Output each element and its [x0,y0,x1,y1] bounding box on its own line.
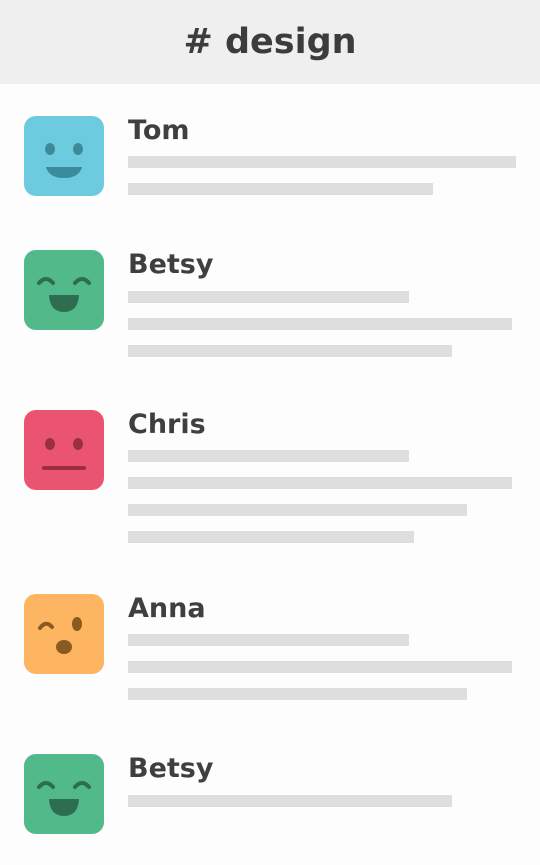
message-text-line [128,345,452,357]
message-list: Tom Betsy Chris Anna Betsy [0,84,540,865]
message-text-line [128,477,512,489]
message-author: Anna [128,593,206,624]
message-text-line [128,156,516,168]
message-text-line [128,183,433,195]
avatar[interactable] [24,116,104,196]
smile-icon [45,143,83,178]
channel-title: # design [183,22,357,62]
message-author: Chris [128,409,206,440]
message-text-line [128,450,409,462]
message-text-line [128,795,452,807]
message-text-line [128,531,414,543]
message-text-line [128,661,512,673]
channel-header: # design [0,0,540,84]
avatar[interactable] [24,250,104,330]
neutral-icon [42,438,86,470]
avatar[interactable] [24,754,104,834]
grin-icon [37,781,91,816]
message-author: Betsy [128,753,214,784]
avatar[interactable] [24,594,104,674]
message-text-line [128,291,409,303]
message-text-line [128,688,467,700]
message-text-line [128,634,409,646]
surprised-wink-icon [38,617,82,654]
message-author: Betsy [128,249,214,280]
grin-icon [37,277,91,312]
message-author: Tom [128,115,190,146]
message-text-line [128,318,512,330]
avatar[interactable] [24,410,104,490]
message-text-line [128,504,467,516]
